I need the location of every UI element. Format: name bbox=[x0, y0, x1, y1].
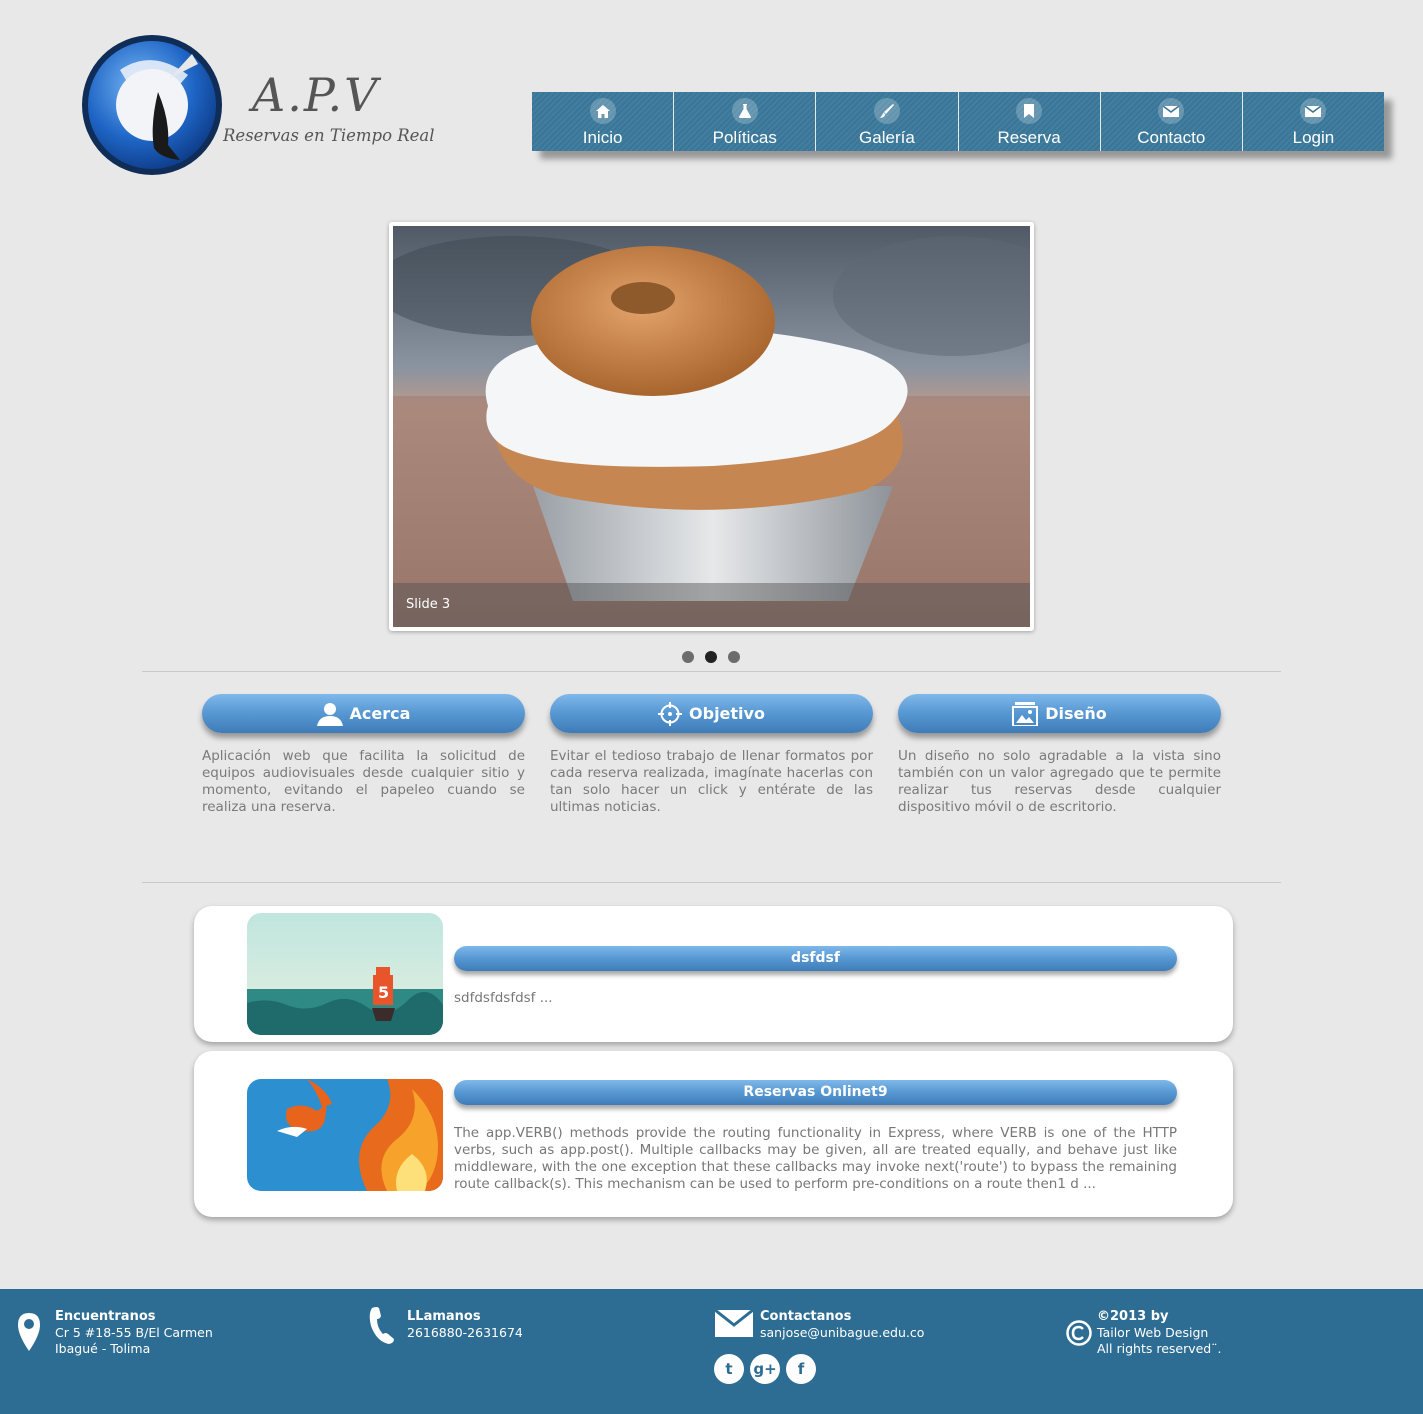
feature-title: Diseño bbox=[1045, 704, 1107, 723]
brand-tagline: Reservas en Tiempo Real bbox=[223, 126, 435, 145]
envelope-icon bbox=[715, 1310, 753, 1337]
facebook-icon[interactable]: f bbox=[786, 1354, 816, 1384]
brand-name: A.P.V bbox=[252, 68, 380, 122]
news-card: Reservas Onlinet9 The app.VERB() methods… bbox=[194, 1051, 1233, 1217]
slider-dot[interactable] bbox=[728, 651, 740, 663]
feature-objetivo: Objetivo Evitar el tedioso trabajo de ll… bbox=[550, 694, 873, 816]
home-icon bbox=[589, 98, 616, 124]
footer-phone-number[interactable]: 2616880-2631674 bbox=[407, 1325, 523, 1341]
copyright-icon bbox=[1066, 1320, 1092, 1346]
nav-label: Inicio bbox=[582, 128, 623, 147]
nav-item-reserva[interactable]: Reserva bbox=[958, 92, 1101, 151]
nav-item-contacto[interactable]: Contacto bbox=[1100, 92, 1243, 151]
feature-header-diseno[interactable]: Diseño bbox=[898, 694, 1221, 733]
mail-icon bbox=[1300, 98, 1327, 124]
user-icon bbox=[316, 702, 343, 726]
site-footer: Encuentranos Cr 5 #18-55 B/El Carmen Iba… bbox=[0, 1289, 1423, 1414]
nav-label: Reserva bbox=[997, 128, 1061, 147]
feature-text: Un diseño no solo agradable a la vista s… bbox=[898, 748, 1221, 815]
nav-label: Políticas bbox=[712, 128, 777, 147]
nav-label: Login bbox=[1292, 128, 1335, 147]
news-body: The app.VERB() methods provide the routi… bbox=[454, 1125, 1177, 1192]
nav-label: Contacto bbox=[1137, 128, 1206, 147]
phone-icon bbox=[369, 1307, 394, 1344]
feature-acerca: Acerca Aplicación web que facilita la so… bbox=[202, 694, 525, 816]
cupcake-photo bbox=[393, 226, 1030, 627]
flask-icon bbox=[731, 98, 758, 124]
google-plus-icon[interactable]: g+ bbox=[750, 1354, 780, 1384]
footer-contact-title: Contactanos bbox=[760, 1309, 852, 1324]
feature-diseno: Diseño Un diseño no solo agradable a la … bbox=[898, 694, 1221, 816]
news-title[interactable]: Reservas Onlinet9 bbox=[454, 1080, 1177, 1105]
twitter-icon[interactable]: t bbox=[714, 1354, 744, 1384]
feature-header-objetivo[interactable]: Objetivo bbox=[550, 694, 873, 733]
logo-emblem-icon bbox=[82, 35, 222, 175]
nav-item-inicio[interactable]: Inicio bbox=[532, 92, 675, 151]
feature-text: Evitar el tedioso trabajo de llenar form… bbox=[550, 748, 873, 815]
footer-copyright-title: ©2013 by bbox=[1097, 1309, 1169, 1324]
main-nav: Inicio Políticas Galería Reserva Contact… bbox=[532, 92, 1385, 151]
divider bbox=[142, 882, 1281, 883]
news-card: 5 dsfdsf sdfdsfdsfdsf ... bbox=[194, 906, 1233, 1042]
gallery-icon bbox=[1012, 701, 1039, 726]
footer-contact: Contactanos sanjose@unibague.edu.co bbox=[760, 1309, 924, 1341]
footer-copyright: ©2013 by Tailor Web Design All rights re… bbox=[1097, 1309, 1221, 1357]
nav-label: Galería bbox=[859, 128, 915, 147]
footer-contact-email[interactable]: sanjose@unibague.edu.co bbox=[760, 1325, 924, 1341]
nav-item-galeria[interactable]: Galería bbox=[816, 92, 959, 151]
location-pin-icon bbox=[18, 1313, 40, 1351]
footer-location: Encuentranos Cr 5 #18-55 B/El Carmen Iba… bbox=[55, 1309, 213, 1357]
social-links: t g+ f bbox=[714, 1354, 816, 1384]
footer-copyright-line2: All rights reserved¨. bbox=[1097, 1341, 1222, 1356]
slide-image: Slide 3 bbox=[393, 226, 1030, 627]
slider-pagination bbox=[682, 651, 740, 663]
bookmark-icon bbox=[1016, 98, 1043, 124]
firefox-fox-image bbox=[247, 1079, 443, 1191]
brush-icon bbox=[873, 98, 900, 124]
news-body: sdfdsfdsfdsf ... bbox=[454, 990, 553, 1006]
nav-item-politicas[interactable]: Políticas bbox=[674, 92, 817, 151]
feature-text: Aplicación web que facilita la solicitud… bbox=[202, 748, 525, 815]
nav-item-login[interactable]: Login bbox=[1242, 92, 1385, 151]
feature-header-acerca[interactable]: Acerca bbox=[202, 694, 525, 733]
footer-phone-title: LLamanos bbox=[407, 1309, 481, 1324]
footer-copyright-line1: Tailor Web Design bbox=[1097, 1325, 1209, 1340]
footer-phone: LLamanos 2616880-2631674 bbox=[407, 1309, 523, 1341]
html5-ship-image: 5 bbox=[247, 913, 443, 1035]
footer-location-line1: Cr 5 #18-55 B/El Carmen bbox=[55, 1325, 213, 1340]
divider bbox=[142, 671, 1281, 672]
crosshair-icon bbox=[658, 701, 683, 726]
news-thumbnail[interactable]: 5 bbox=[247, 913, 443, 1035]
news-thumbnail[interactable] bbox=[247, 1079, 443, 1191]
slide-caption: Slide 3 bbox=[393, 583, 1030, 627]
image-slider[interactable]: Slide 3 bbox=[389, 222, 1034, 631]
site-logo[interactable]: A.P.V Reservas en Tiempo Real bbox=[80, 30, 440, 180]
slider-dot-active[interactable] bbox=[705, 651, 717, 663]
feature-title: Acerca bbox=[349, 704, 411, 723]
slider-dot[interactable] bbox=[682, 651, 694, 663]
footer-location-line2: Ibagué - Tolima bbox=[55, 1341, 151, 1356]
mail-icon bbox=[1158, 98, 1185, 124]
svg-text:5: 5 bbox=[378, 983, 389, 1002]
footer-location-title: Encuentranos bbox=[55, 1309, 156, 1324]
feature-title: Objetivo bbox=[689, 704, 765, 723]
news-title[interactable]: dsfdsf bbox=[454, 946, 1177, 971]
